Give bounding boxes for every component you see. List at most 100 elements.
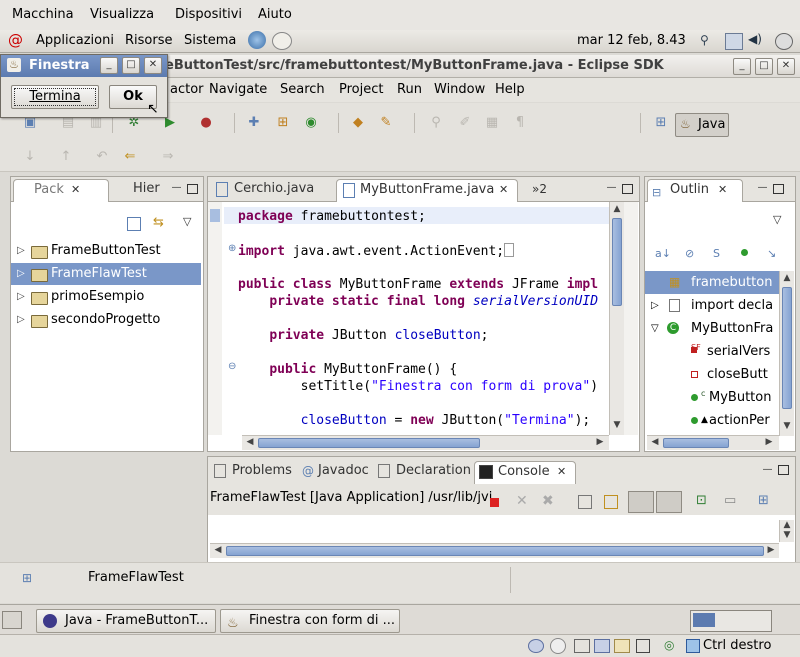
termina-button[interactable]: Termina [11, 85, 99, 109]
expand-icon[interactable]: ▷ [17, 240, 27, 262]
volume-icon[interactable]: ◀) [748, 32, 764, 48]
minimize-view-icon[interactable]: — [606, 183, 617, 193]
editor-vertical-scrollbar[interactable]: ▲ ▼ [609, 202, 624, 435]
maximize-icon[interactable]: □ [122, 57, 140, 74]
maximize-view-icon[interactable] [622, 184, 633, 194]
tab-hierarchy[interactable]: Hier [115, 179, 165, 201]
tab-cerchio-java[interactable]: Cerchio.java [212, 179, 332, 201]
vbox-menu-dispositivi[interactable]: Dispositivi [175, 7, 242, 22]
close-tab-icon[interactable]: ✕ [718, 180, 727, 200]
expand-icon[interactable]: ▷ [17, 286, 27, 308]
scroll-up-icon[interactable]: ▲ [781, 520, 793, 530]
tab-problems[interactable]: Problems [210, 461, 296, 483]
scroll-thumb[interactable] [226, 546, 764, 556]
sort-icon[interactable]: a↓ [655, 247, 671, 260]
cd-icon[interactable] [550, 638, 566, 654]
editor-horizontal-scrollbar[interactable]: ◀ ▶ [242, 435, 609, 450]
shared-folder-icon[interactable] [614, 639, 630, 653]
network-adapter-icon[interactable] [594, 639, 610, 653]
scroll-right-icon[interactable]: ▶ [763, 437, 775, 447]
code-line[interactable]: import java.awt.event.ActionEvent; [238, 243, 515, 259]
scroll-left-icon[interactable]: ◀ [649, 437, 661, 447]
mouse-integration-icon[interactable]: ◎ [664, 638, 674, 652]
menu-window[interactable]: Window [434, 82, 485, 97]
tree-item[interactable]: ▷ secondoProgetto [11, 309, 201, 331]
vbox-menu-macchina[interactable]: Macchina [12, 7, 74, 22]
open-perspective-icon[interactable]: ⊞ [653, 115, 669, 131]
console-vertical-scrollbar[interactable]: ▲ ▼ [779, 520, 794, 542]
maximize-view-icon[interactable] [187, 184, 198, 194]
workspace-1[interactable] [693, 613, 715, 627]
panel-menu-sistema[interactable]: Sistema [184, 33, 236, 48]
tab-package-explorer[interactable]: Pack ✕ [13, 179, 109, 202]
scroll-down-icon[interactable]: ▼ [611, 420, 623, 430]
back-icon[interactable]: ⇐ [122, 149, 138, 165]
hide-non-public-icon[interactable] [741, 249, 748, 256]
panel-menu-applicazioni[interactable]: Applicazioni [36, 33, 114, 48]
show-desktop-icon[interactable] [2, 611, 22, 629]
outline-vertical-scrollbar[interactable]: ▲ ▼ [779, 271, 794, 436]
tree-item[interactable]: ▷ FrameButtonTest [11, 240, 201, 262]
panel-menu-risorse[interactable]: Risorse [125, 33, 173, 48]
hide-fields-icon[interactable]: ⊘ [685, 247, 694, 260]
outline-item[interactable]: ▷ import decla [645, 294, 779, 317]
code-line[interactable]: setTitle("Finestra con form di prova") [238, 379, 598, 394]
close-tab-icon[interactable]: ✕ [71, 180, 80, 200]
outline-item[interactable]: SF serialVers [645, 340, 779, 363]
menu-search[interactable]: Search [280, 82, 325, 97]
web-browser-icon[interactable] [248, 31, 266, 49]
scroll-right-icon[interactable]: ▶ [594, 437, 606, 447]
code-line[interactable]: package framebuttontest; [238, 209, 426, 224]
outline-item[interactable]: ▲ actionPer [645, 409, 779, 432]
scroll-thumb[interactable] [782, 287, 792, 409]
more-tabs-button[interactable]: »2 [532, 179, 556, 201]
maximize-view-icon[interactable] [773, 184, 784, 194]
tree-item[interactable]: ▷ FrameFlawTest [11, 263, 201, 285]
power-icon[interactable] [775, 33, 793, 50]
workspace-switcher[interactable] [690, 610, 772, 632]
menu-navigate[interactable]: Navigate [209, 82, 267, 97]
scroll-up-icon[interactable]: ▲ [611, 204, 623, 214]
fold-collapse-icon[interactable]: ⊖ [228, 361, 236, 372]
pin-console-icon[interactable]: ⊡ [696, 493, 707, 508]
hard-disk-icon[interactable] [528, 639, 544, 653]
code-line[interactable]: closeButton = new JButton("Termina"); [238, 413, 591, 428]
search-toolbar-icon[interactable]: ✎ [378, 115, 394, 131]
terminate-icon[interactable] [490, 498, 499, 507]
close-icon[interactable]: ✕ [777, 58, 795, 75]
tree-item[interactable]: ▷ primoEsempio [11, 286, 201, 308]
java-perspective-button[interactable]: ♨ Java [675, 113, 729, 137]
outline-item[interactable]: c MyButton [645, 386, 779, 409]
minimize-view-icon[interactable]: — [171, 183, 182, 193]
code-line[interactable]: public MyButtonFrame() { [238, 362, 457, 377]
minimize-icon[interactable]: _ [733, 58, 751, 75]
display-console-icon[interactable]: ▭ [724, 493, 736, 508]
scroll-down-icon[interactable]: ▼ [781, 530, 793, 540]
view-menu-icon[interactable]: ▽ [183, 215, 191, 228]
display-icon[interactable] [636, 639, 650, 653]
fast-view-icon[interactable]: ⊞ [22, 571, 32, 585]
dialog-title-bar[interactable]: ♨ Finestra _ □ ✕ [1, 55, 167, 77]
scroll-lock-icon[interactable] [604, 495, 618, 509]
tab-console[interactable]: Console ✕ [474, 461, 576, 484]
maximize-icon[interactable]: □ [755, 58, 773, 75]
open-type-icon[interactable]: ◆ [350, 115, 366, 131]
close-tab-icon[interactable]: ✕ [557, 462, 566, 482]
expand-icon[interactable]: ▷ [651, 294, 659, 317]
scroll-thumb[interactable] [612, 218, 622, 306]
code-line[interactable]: private JButton closeButton; [238, 328, 488, 343]
scroll-down-icon[interactable]: ▼ [781, 421, 793, 431]
outline-item[interactable]: ▦ framebutton [645, 271, 779, 294]
debian-logo-icon[interactable]: @ [8, 32, 24, 48]
vbox-menu-aiuto[interactable]: Aiuto [258, 7, 292, 22]
hide-local-types-icon[interactable]: ↘ [767, 247, 776, 260]
new-java-project-icon[interactable]: ✚ [246, 115, 262, 131]
close-icon[interactable]: ✕ [144, 57, 162, 74]
new-class-icon[interactable]: ◉ [303, 115, 319, 131]
scroll-left-icon[interactable]: ◀ [212, 545, 224, 555]
minimize-view-icon[interactable]: — [757, 183, 768, 193]
tab-declaration[interactable]: Declaration [376, 461, 476, 483]
outline-horizontal-scrollbar[interactable]: ◀ ▶ [647, 435, 779, 450]
taskbar-button-eclipse[interactable]: Java - FrameButtonT... [36, 609, 216, 633]
menu-refactor[interactable]: actor [170, 82, 204, 97]
